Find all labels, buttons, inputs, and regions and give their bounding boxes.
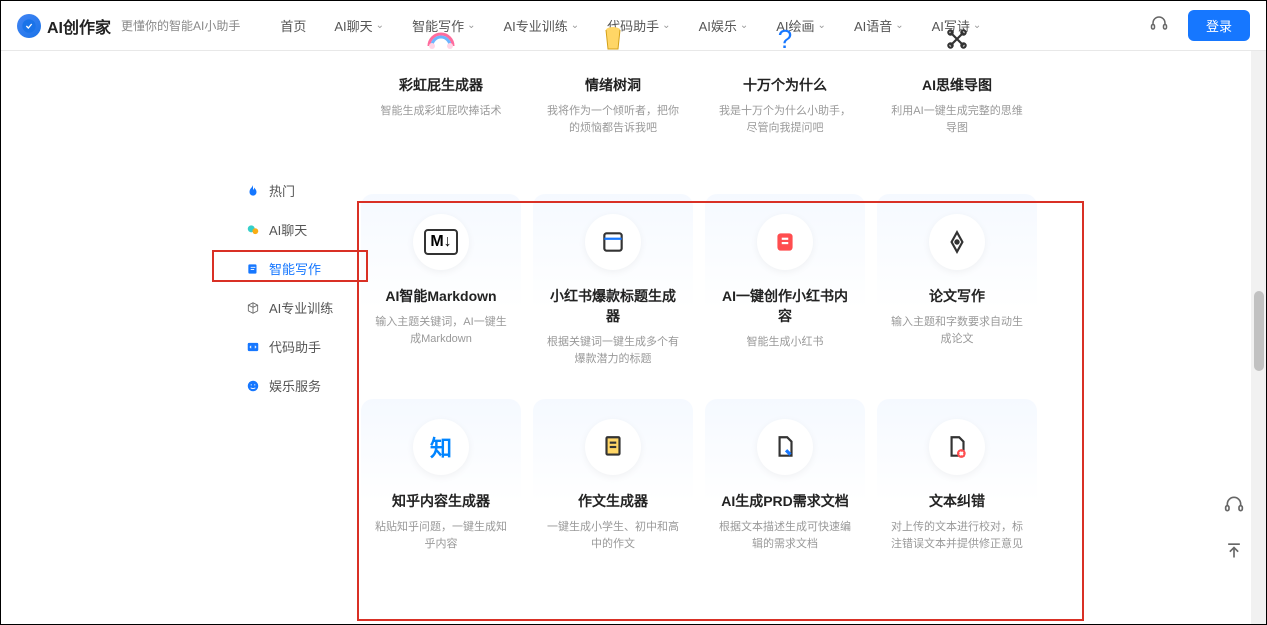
logo[interactable]: AI创作家 xyxy=(17,14,111,38)
card-desc: 智能生成小红书 xyxy=(719,334,851,351)
card-row1-3[interactable]: AI思维导图利用AI一键生成完整的思维导图 xyxy=(877,11,1037,154)
card-title: 小红书爆款标题生成器 xyxy=(547,286,679,326)
support-float-icon[interactable] xyxy=(1220,490,1248,518)
card-row3-2[interactable]: AI生成PRD需求文档根据文本描述生成可快速编辑的需求文档 xyxy=(705,399,865,570)
card-icon xyxy=(929,419,985,475)
card-title: 论文写作 xyxy=(891,286,1023,306)
card-row3-3[interactable]: 文本纠错对上传的文本进行校对，标注错误文本并提供修正意见 xyxy=(877,399,1037,570)
sidebar-item-label: 娱乐服务 xyxy=(269,376,321,395)
card-icon xyxy=(929,214,985,270)
card-row-3: 知知乎内容生成器粘贴知乎问题，一键生成知乎内容作文生成器一键生成小学生、初中和高… xyxy=(361,399,1046,570)
card-title: AI一键创作小红书内容 xyxy=(719,286,851,326)
logo-icon xyxy=(17,14,41,38)
sidebar-item-label: AI聊天 xyxy=(269,220,307,239)
logo-text: AI创作家 xyxy=(47,14,111,38)
card-title: 情绪树洞 xyxy=(547,75,679,95)
sidebar-item-label: 热门 xyxy=(269,181,295,200)
support-icon[interactable] xyxy=(1150,14,1168,37)
nav-item-0[interactable]: 首页 xyxy=(280,16,306,35)
content: 彩虹屁生成器智能生成彩虹屁吹捧话术情绪树洞我将作为一个倾听者，把你的烦恼都告诉我… xyxy=(361,1,1046,570)
card-desc: 一键生成小学生、初中和高中的作文 xyxy=(547,519,679,552)
card-title: AI思维导图 xyxy=(891,75,1023,95)
scrollbar-thumb[interactable] xyxy=(1254,291,1264,371)
sidebar-item-4[interactable]: 代码助手 xyxy=(231,327,366,366)
card-title: 十万个为什么 xyxy=(719,75,851,95)
card-icon xyxy=(585,419,641,475)
card-title: 文本纠错 xyxy=(891,491,1023,511)
sidebar: 热门 AI聊天智能写作 AI专业训练代码助手娱乐服务 xyxy=(231,171,366,405)
card-row3-0[interactable]: 知知乎内容生成器粘贴知乎问题，一键生成知乎内容 xyxy=(361,399,521,570)
nav-label: 首页 xyxy=(280,16,306,35)
card-desc: 利用AI一键生成完整的思维导图 xyxy=(891,103,1023,136)
card-row2-3[interactable]: 论文写作输入主题和字数要求自动生成论文 xyxy=(877,194,1037,385)
card-icon xyxy=(413,11,469,67)
smile-icon xyxy=(245,378,261,394)
sidebar-item-3[interactable]: AI专业训练 xyxy=(231,288,366,327)
card-desc: 根据文本描述生成可快速编辑的需求文档 xyxy=(719,519,851,552)
card-icon xyxy=(757,419,813,475)
card-icon: 知 xyxy=(413,419,469,475)
card-title: AI智能Markdown xyxy=(375,286,507,306)
card-desc: 输入主题和字数要求自动生成论文 xyxy=(891,314,1023,347)
edit-icon xyxy=(245,261,261,277)
sidebar-item-label: 代码助手 xyxy=(269,337,321,356)
card-row1-2[interactable]: ? 十万个为什么我是十万个为什么小助手，尽管向我提问吧 xyxy=(705,11,865,154)
card-icon: M↓ xyxy=(413,214,469,270)
sidebar-item-2[interactable]: 智能写作 xyxy=(231,249,366,288)
sidebar-item-label: 智能写作 xyxy=(269,259,321,278)
card-title: 彩虹屁生成器 xyxy=(375,75,507,95)
fire-icon xyxy=(245,183,261,199)
card-row2-2[interactable]: AI一键创作小红书内容智能生成小红书 xyxy=(705,194,865,385)
float-buttons xyxy=(1220,490,1248,564)
card-desc: 对上传的文本进行校对，标注错误文本并提供修正意见 xyxy=(891,519,1023,552)
card-desc: 粘贴知乎问题，一键生成知乎内容 xyxy=(375,519,507,552)
sidebar-item-1[interactable]: AI聊天 xyxy=(231,210,366,249)
sidebar-item-label: AI专业训练 xyxy=(269,298,333,317)
code-icon xyxy=(245,339,261,355)
card-title: 作文生成器 xyxy=(547,491,679,511)
card-row-2: M↓ AI智能Markdown 输入主题关键词，AI一键生成Markdown 小红书爆… xyxy=(361,194,1046,385)
card-icon xyxy=(929,11,985,67)
card-row1-0[interactable]: 彩虹屁生成器智能生成彩虹屁吹捧话术 xyxy=(361,11,521,154)
card-row2-0[interactable]: M↓ AI智能Markdown 输入主题关键词，AI一键生成Markdown xyxy=(361,194,521,385)
back-to-top-icon[interactable] xyxy=(1220,536,1248,564)
sidebar-item-0[interactable]: 热门 xyxy=(231,171,366,210)
card-desc: 智能生成彩虹屁吹捧话术 xyxy=(375,103,507,120)
tagline: 更懂你的智能AI小助手 xyxy=(121,17,240,34)
card-title: 知乎内容生成器 xyxy=(375,491,507,511)
card-row2-1[interactable]: 小红书爆款标题生成器根据关键词一键生成多个有爆款潜力的标题 xyxy=(533,194,693,385)
card-row-1: 彩虹屁生成器智能生成彩虹屁吹捧话术情绪树洞我将作为一个倾听者，把你的烦恼都告诉我… xyxy=(361,11,1046,154)
card-desc: 我是十万个为什么小助手，尽管向我提问吧 xyxy=(719,103,851,136)
card-row3-1[interactable]: 作文生成器一键生成小学生、初中和高中的作文 xyxy=(533,399,693,570)
card-desc: 输入主题关键词，AI一键生成Markdown xyxy=(375,314,507,347)
cube-icon xyxy=(245,300,261,316)
card-desc: 我将作为一个倾听者，把你的烦恼都告诉我吧 xyxy=(547,103,679,136)
login-button[interactable]: 登录 xyxy=(1188,10,1250,41)
card-row1-1[interactable]: 情绪树洞我将作为一个倾听者，把你的烦恼都告诉我吧 xyxy=(533,11,693,154)
card-icon xyxy=(757,214,813,270)
card-desc: 根据关键词一键生成多个有爆款潜力的标题 xyxy=(547,334,679,367)
card-title: AI生成PRD需求文档 xyxy=(719,491,851,511)
card-icon xyxy=(585,214,641,270)
chat-icon xyxy=(245,222,261,238)
sidebar-item-5[interactable]: 娱乐服务 xyxy=(231,366,366,405)
card-icon xyxy=(585,11,641,67)
scrollbar-track[interactable] xyxy=(1251,51,1266,624)
card-icon: ? xyxy=(757,11,813,67)
